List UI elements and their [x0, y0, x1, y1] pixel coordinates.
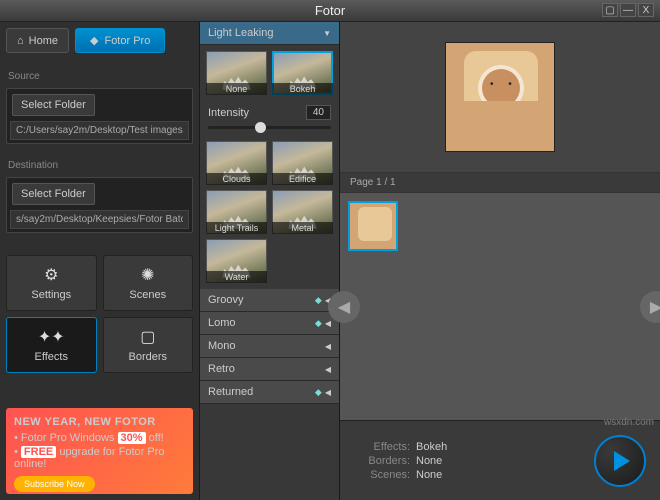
prev-arrow[interactable]: ◀ [328, 291, 360, 323]
window-minimize-button[interactable]: — [620, 3, 636, 17]
group-returned[interactable]: Returned◆ ◀ [200, 381, 339, 404]
window-close-button[interactable]: X [638, 3, 654, 17]
preview-image [445, 42, 555, 152]
settings-button[interactable]: ⚙ Settings [6, 255, 97, 311]
window-restore-button[interactable]: ▢ [602, 3, 618, 17]
effect-bokeh[interactable]: Bokeh [272, 51, 333, 95]
borders-button[interactable]: ▢ Borders [103, 317, 194, 373]
destination-select-folder-button[interactable]: Select Folder [12, 183, 95, 205]
effect-clouds[interactable]: Clouds [206, 141, 267, 185]
effects-panel: Light Leaking ▼ None Bokeh Intensity 40 … [200, 22, 340, 500]
window-controls: ▢ — X [602, 3, 654, 17]
chevron-left-icon: ◀ [325, 319, 331, 328]
pro-label: Fotor Pro [104, 35, 150, 47]
chevron-down-icon: ▼ [323, 29, 331, 38]
home-icon: ⌂ [17, 35, 24, 47]
preview-panel: Page 1 / 1 ◀ ▶ Effects: Bokeh Borders: Non… [340, 22, 660, 500]
bottom-bar: Effects: Bokeh Borders: None Scenes: None [340, 420, 660, 500]
play-icon [614, 451, 630, 471]
settings-label: Settings [31, 289, 71, 301]
effect-light-trails[interactable]: Light Trails [206, 190, 267, 234]
promo-line-2: • FREE upgrade for Fotor Pro online! [14, 446, 185, 470]
app-title: Fotor [315, 3, 345, 18]
slider-thumb[interactable] [255, 122, 266, 133]
group-light-leaking[interactable]: Light Leaking ▼ [200, 22, 339, 45]
borders-key: Borders: [354, 455, 410, 467]
source-path-input[interactable] [10, 121, 189, 140]
promo-headline: NEW YEAR, NEW FOTOR [14, 416, 185, 428]
intensity-label: Intensity [208, 107, 249, 119]
chevron-left-icon: ◀ [325, 388, 331, 397]
sparkle-icon: ✺ [141, 265, 154, 285]
source-box: Select Folder [6, 88, 193, 144]
group-retro[interactable]: Retro◀ [200, 358, 339, 381]
effect-metal[interactable]: Metal [272, 190, 333, 234]
intensity-slider[interactable] [200, 124, 339, 135]
next-arrow[interactable]: ▶ [640, 291, 660, 323]
gear-icon: ⚙ [44, 265, 58, 285]
intensity-value[interactable]: 40 [306, 105, 331, 120]
intensity-row: Intensity 40 [200, 101, 339, 124]
effects-key: Effects: [354, 441, 410, 453]
thumbnail-strip: ◀ ▶ [340, 193, 660, 420]
effect-water[interactable]: Water [206, 239, 267, 283]
borders-label: Borders [128, 351, 167, 363]
chevron-left-icon: ◀ [325, 342, 331, 351]
group-mono[interactable]: Mono◀ [200, 335, 339, 358]
promo-banner[interactable]: NEW YEAR, NEW FOTOR • Fotor Pro Windows … [6, 408, 193, 494]
promo-line-1: • Fotor Pro Windows 30% off! [14, 432, 185, 444]
subscribe-button[interactable]: Subscribe Now [14, 476, 95, 492]
main-preview [340, 22, 660, 172]
destination-path-input[interactable] [10, 210, 189, 229]
scenes-button[interactable]: ✺ Scenes [103, 255, 194, 311]
home-button[interactable]: ⌂ Home [6, 28, 69, 53]
tool-grid: ⚙ Settings ✺ Scenes ✦✦ Effects ▢ Borders [6, 255, 193, 373]
titlebar: Fotor ▢ — X [0, 0, 660, 22]
pager: Page 1 / 1 [340, 172, 660, 193]
summary-info: Effects: Bokeh Borders: None Scenes: None [354, 439, 574, 483]
left-panel: ⌂ Home ◆ Fotor Pro Source Select Folder … [0, 22, 200, 500]
destination-box: Select Folder [6, 177, 193, 233]
scenes-label: Scenes [129, 289, 166, 301]
effects-button[interactable]: ✦✦ Effects [6, 317, 97, 373]
play-button[interactable] [594, 435, 646, 487]
fotor-pro-button[interactable]: ◆ Fotor Pro [75, 28, 165, 53]
scenes-value: None [416, 469, 442, 481]
borders-value: None [416, 455, 442, 467]
thumbnail-item[interactable] [348, 201, 398, 251]
group-label: Light Leaking [208, 27, 273, 39]
scenes-key: Scenes: [354, 469, 410, 481]
stars-icon: ✦✦ [38, 327, 65, 347]
border-icon: ▢ [140, 327, 155, 347]
effects-value: Bokeh [416, 441, 447, 453]
group-groovy[interactable]: Groovy◆ ◀ [200, 289, 339, 312]
diamond-icon: ◆ [315, 387, 322, 397]
diamond-icon: ◆ [315, 295, 322, 305]
effect-edifice[interactable]: Edifice [272, 141, 333, 185]
home-label: Home [29, 35, 58, 47]
watermark: wsxdn.com [604, 417, 654, 428]
group-lomo[interactable]: Lomo◆ ◀ [200, 312, 339, 335]
destination-label: Destination [8, 160, 193, 171]
chevron-left-icon: ◀ [325, 365, 331, 374]
effects-label: Effects [35, 351, 68, 363]
source-select-folder-button[interactable]: Select Folder [12, 94, 95, 116]
diamond-icon: ◆ [315, 318, 322, 328]
diamond-icon: ◆ [90, 34, 98, 47]
source-label: Source [8, 71, 193, 82]
effect-none[interactable]: None [206, 51, 267, 95]
